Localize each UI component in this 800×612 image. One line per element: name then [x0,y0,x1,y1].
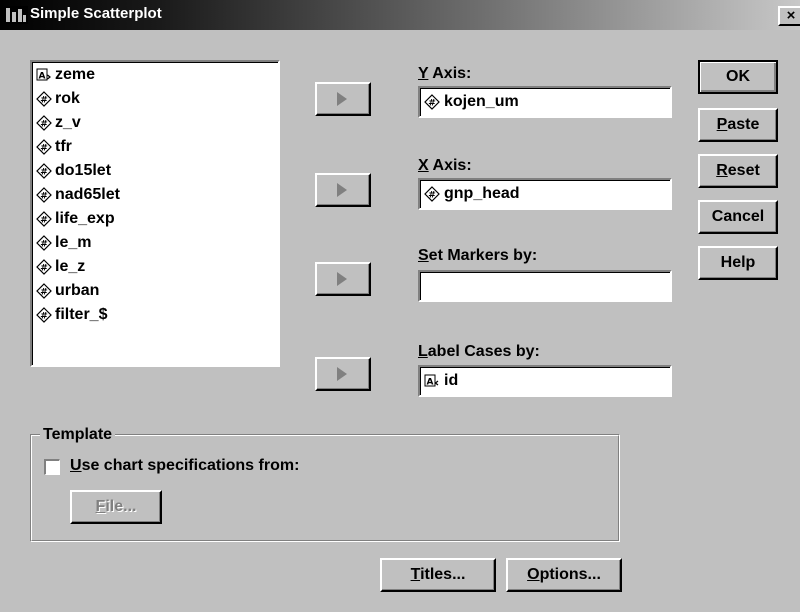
variable-name: rok [55,90,80,107]
arrow-right-icon [337,92,347,106]
numeric-variable-icon: # [36,211,52,227]
scatterplot-app-icon [4,6,28,24]
svg-text:#: # [428,191,436,201]
svg-text:A: A [427,378,434,388]
variable-name: z_v [55,114,81,131]
set-markers-field[interactable] [418,270,672,302]
set-markers-label: Set Markers by: [418,247,538,264]
arrow-right-icon [337,367,347,381]
y-axis-value: kojen_um [444,93,519,110]
svg-text:#: # [40,120,48,130]
file-button[interactable]: File... [70,490,162,524]
numeric-variable-icon: # [36,307,52,323]
variable-name: tfr [55,138,72,155]
variable-name: life_exp [55,210,115,227]
reset-button[interactable]: Reset [698,154,778,188]
variable-name: le_z [55,258,86,275]
x-axis-value: gnp_head [444,185,520,202]
x-axis-label: X Axis: [418,157,472,174]
variable-name: do15let [55,162,112,179]
source-variable-list[interactable]: Azeme # rok # z_v # tfr # do15let # nad65let # life_… [30,60,280,367]
svg-text:#: # [40,312,48,322]
string-variable-icon: A [36,68,51,82]
svg-text:#: # [40,216,48,226]
template-group-title: Template [40,425,116,445]
svg-text:A: A [39,72,46,82]
label-cases-value: id [444,372,459,389]
move-to-x-axis-button[interactable] [315,173,371,207]
svg-text:#: # [40,240,48,250]
variable-name: filter_$ [55,306,108,323]
svg-text:#: # [40,168,48,178]
arrow-right-icon [337,183,347,197]
numeric-variable-icon: # [36,235,52,251]
y-axis-label: Y Axis: [418,65,472,82]
label-cases-label: Label Cases by: [418,343,540,360]
title-bar[interactable]: Simple Scatterplot × [0,0,800,30]
use-chart-specifications-label[interactable]: Use chart specifications from: [70,456,299,476]
template-group [30,434,620,542]
svg-text:#: # [40,288,48,298]
use-chart-specifications-checkbox[interactable] [44,459,60,475]
cancel-button[interactable]: Cancel [698,200,778,234]
help-button[interactable]: Help [698,246,778,280]
numeric-variable-icon: # [36,163,52,179]
numeric-variable-icon: # [36,91,52,107]
close-icon: × [786,7,796,24]
variable-name: nad65let [55,186,120,203]
svg-text:#: # [40,192,48,202]
arrow-right-icon [337,272,347,286]
close-button[interactable]: × [778,6,800,26]
y-axis-field[interactable]: # kojen_um [418,86,672,118]
numeric-variable-icon: # [36,259,52,275]
variable-name: zeme [55,66,96,83]
numeric-variable-icon: # [36,283,52,299]
titles-button[interactable]: Titles... [380,558,496,592]
numeric-variable-icon: # [36,115,52,131]
numeric-variable-icon: # [36,187,52,203]
move-to-y-axis-button[interactable] [315,82,371,116]
variable-name: urban [55,282,100,299]
options-button[interactable]: Options... [506,558,622,592]
x-axis-field[interactable]: # gnp_head [418,178,672,210]
ok-button[interactable]: OK [698,60,778,94]
variable-name: le_m [55,234,92,251]
paste-button[interactable]: Paste [698,108,778,142]
svg-text:#: # [40,264,48,274]
svg-text:#: # [428,99,436,109]
window-title: Simple Scatterplot [30,5,162,22]
move-to-label-cases-button[interactable] [315,357,371,391]
string-variable-icon: A [424,374,439,388]
svg-text:#: # [40,96,48,106]
numeric-variable-icon: # [36,139,52,155]
move-to-set-markers-button[interactable] [315,262,371,296]
numeric-variable-icon: # [424,186,440,202]
svg-text:#: # [40,144,48,154]
numeric-variable-icon: # [424,94,440,110]
label-cases-field[interactable]: A id [418,365,672,397]
